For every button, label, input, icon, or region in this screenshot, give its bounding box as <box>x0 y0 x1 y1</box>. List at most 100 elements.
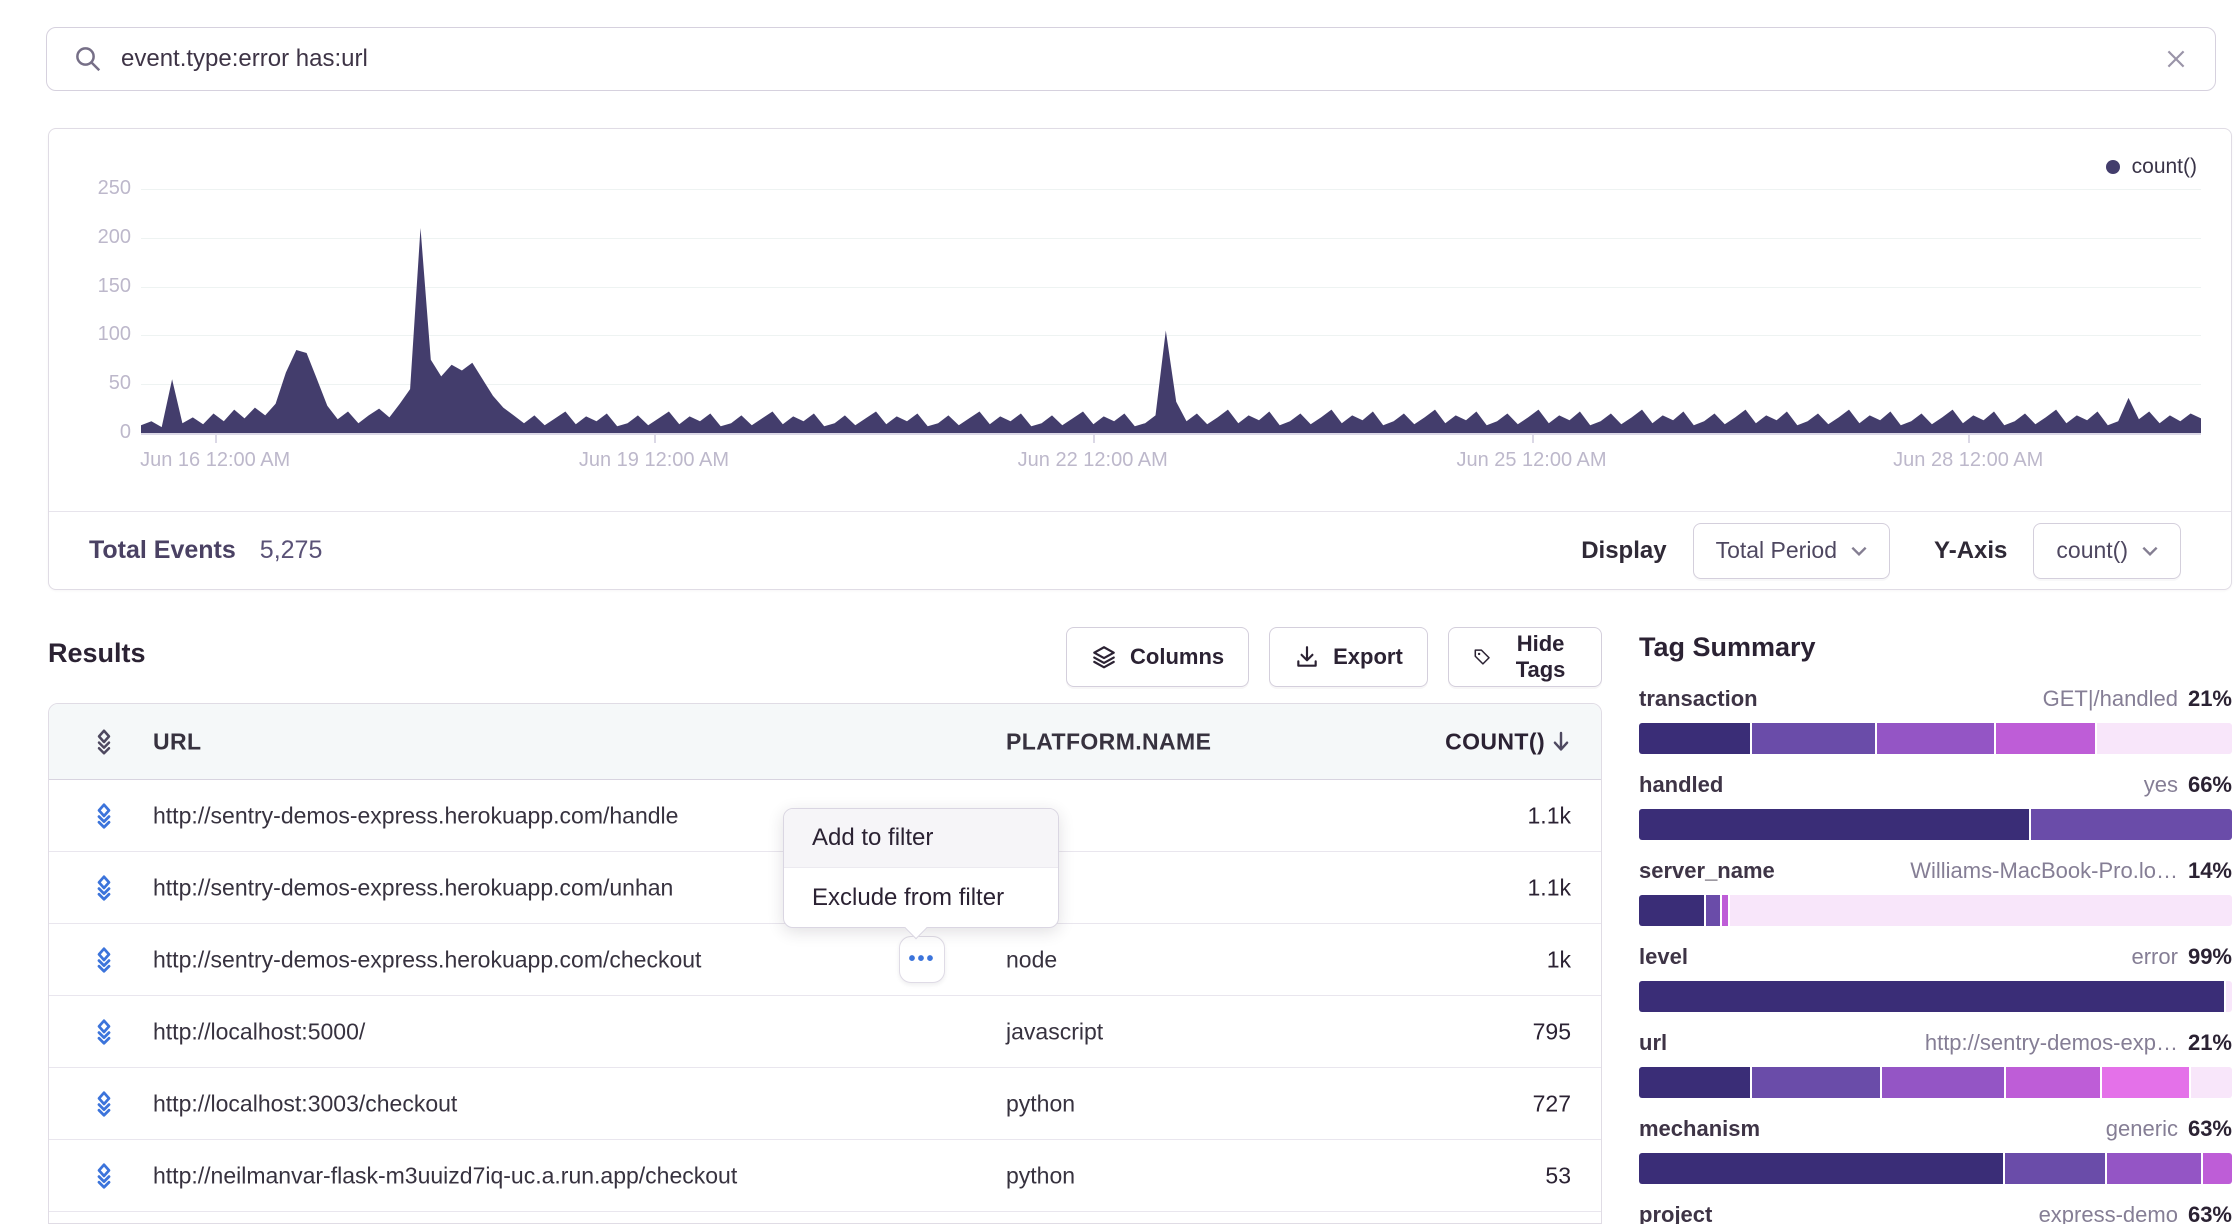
tag-summary-item-transaction: transaction GET|/handled21% <box>1639 686 2232 754</box>
tag-bar-segment[interactable] <box>2102 1067 2189 1098</box>
tag-distribution-bar[interactable] <box>1639 1067 2232 1098</box>
tag-value-text: http://sentry-demos-exp… <box>1925 1030 2178 1055</box>
tag-distribution-bar[interactable] <box>1639 1153 2232 1184</box>
tag-bar-segment[interactable] <box>1639 895 1704 926</box>
menu-item-exclude-from-filter[interactable]: Exclude from filter <box>784 868 1058 927</box>
x-axis-tick-mark <box>215 434 217 443</box>
count-cell[interactable]: 727 <box>1533 1090 1571 1117</box>
layers-icon <box>89 1089 119 1119</box>
total-events: Total Events 5,275 <box>89 536 322 565</box>
x-axis-tick-mark <box>1532 434 1534 443</box>
tag-bar-segment[interactable] <box>1706 895 1721 926</box>
platform-cell[interactable]: javascript <box>1006 1018 1103 1045</box>
url-cell[interactable]: http://sentry-demos-express.herokuapp.co… <box>153 874 673 901</box>
event-count-series <box>141 228 2201 433</box>
count-cell[interactable]: 795 <box>1533 1018 1571 1045</box>
tag-bar-segment[interactable] <box>1639 1153 2003 1184</box>
tag-bar-segment[interactable] <box>1639 1067 1750 1098</box>
tag-name: project <box>1639 1202 1712 1224</box>
columns-button-label: Columns <box>1130 644 1224 670</box>
search-icon <box>73 44 103 74</box>
platform-cell[interactable]: python <box>1006 1090 1075 1117</box>
x-axis-tick-mark <box>1968 434 1970 443</box>
tag-bar-segment[interactable] <box>2006 1067 2099 1098</box>
total-events-label: Total Events <box>89 536 236 565</box>
tag-bar-segment[interactable] <box>1639 981 2224 1012</box>
url-cell[interactable]: http://localhost:3003/checkout <box>153 1090 457 1117</box>
count-cell[interactable]: 1.1k <box>1528 802 1571 829</box>
count-cell[interactable]: 1k <box>1547 946 1571 973</box>
tag-name: handled <box>1639 772 1723 798</box>
tag-name: server_name <box>1639 858 1775 884</box>
menu-item-add-to-filter[interactable]: Add to filter <box>784 809 1058 868</box>
search-input[interactable] <box>121 45 2145 73</box>
y-axis-tick-label: 200 <box>61 226 131 249</box>
tag-bar-segment[interactable] <box>1722 895 1728 926</box>
tag-bar-segment[interactable] <box>2107 1153 2201 1184</box>
url-cell[interactable]: http://neilmanvar-flask-m3uuizd7iq-uc.a.… <box>153 1162 737 1189</box>
tag-distribution-bar[interactable] <box>1639 809 2232 840</box>
tag-bar-segment[interactable] <box>1996 723 2095 754</box>
display-dropdown[interactable]: Total Period <box>1693 523 1890 579</box>
chart-footer: Total Events 5,275 Display Total Period … <box>49 511 2231 589</box>
platform-cell[interactable]: python <box>1006 1162 1075 1189</box>
yaxis-dropdown-value: count() <box>2056 537 2128 564</box>
clear-search-icon[interactable] <box>2163 46 2189 72</box>
tag-summary-item-level: level error99% <box>1639 944 2232 1012</box>
x-axis-tick-label: Jun 16 12:00 AM <box>140 449 290 472</box>
tag-bar-segment[interactable] <box>1639 723 1750 754</box>
count-cell[interactable]: 1.1k <box>1528 874 1571 901</box>
export-button-label: Export <box>1333 644 1403 670</box>
tag-bar-segment[interactable] <box>2191 1067 2232 1098</box>
yaxis-dropdown[interactable]: count() <box>2033 523 2181 579</box>
export-button[interactable]: Export <box>1269 627 1428 687</box>
tag-bar-segment[interactable] <box>1639 809 2029 840</box>
tag-name: mechanism <box>1639 1116 1760 1142</box>
tag-bar-segment[interactable] <box>1752 1067 1880 1098</box>
url-cell[interactable]: http://sentry-demos-express.herokuapp.co… <box>153 946 701 973</box>
tag-top-value: generic63% <box>2106 1116 2232 1142</box>
tag-bar-segment[interactable] <box>1752 723 1875 754</box>
hide-tags-button[interactable]: Hide Tags <box>1448 627 1602 687</box>
column-header-count[interactable]: COUNT() <box>1445 728 1571 755</box>
chevron-down-icon <box>1851 546 1867 556</box>
tag-bar-segment[interactable] <box>1877 723 1994 754</box>
tag-icon <box>1473 644 1491 670</box>
tag-summary-item-url: url http://sentry-demos-exp…21% <box>1639 1030 2232 1098</box>
tag-bar-segment[interactable] <box>2203 1153 2232 1184</box>
platform-cell[interactable]: node <box>1006 946 1057 973</box>
table-header: URL PLATFORM.NAME COUNT() <box>49 704 1601 780</box>
row-actions-button[interactable]: ••• <box>899 936 945 983</box>
count-cell[interactable]: 53 <box>1545 1162 1571 1189</box>
tag-distribution-bar[interactable] <box>1639 981 2232 1012</box>
tag-value-text: Williams-MacBook-Pro.lo… <box>1910 858 2178 883</box>
column-header-platform[interactable]: PLATFORM.NAME <box>1006 728 1211 755</box>
tag-bar-segment[interactable] <box>1730 895 2232 926</box>
tag-value-pct: 63% <box>2188 1202 2232 1224</box>
table-row: http://localhost:5000/ javascript 795 <box>49 996 1601 1068</box>
y-axis-tick-label: 50 <box>61 372 131 395</box>
layers-icon <box>89 873 119 903</box>
tag-summary-heading: Tag Summary <box>1639 632 2232 663</box>
tag-distribution-bar[interactable] <box>1639 723 2232 754</box>
tag-value-text: GET|/handled <box>2043 686 2178 711</box>
x-axis-tick-label: Jun 22 12:00 AM <box>1018 449 1168 472</box>
url-cell[interactable]: http://sentry-demos-express.herokuapp.co… <box>153 802 678 829</box>
tag-bar-segment[interactable] <box>2097 723 2232 754</box>
display-label: Display <box>1581 537 1666 565</box>
legend-label: count() <box>2132 155 2197 179</box>
tag-bar-segment[interactable] <box>2005 1153 2105 1184</box>
tag-value-pct: 66% <box>2188 772 2232 797</box>
column-header-url[interactable]: URL <box>153 728 201 755</box>
y-axis-tick-label: 100 <box>61 323 131 346</box>
x-axis-tick-label: Jun 25 12:00 AM <box>1456 449 1606 472</box>
display-dropdown-value: Total Period <box>1716 537 1837 564</box>
tag-bar-segment[interactable] <box>2031 809 2232 840</box>
chart-legend[interactable]: count() <box>2106 155 2197 179</box>
tag-bar-segment[interactable] <box>1882 1067 2004 1098</box>
url-cell[interactable]: http://localhost:5000/ <box>153 1018 365 1045</box>
tag-value-text: error <box>2132 944 2178 969</box>
tag-bar-segment[interactable] <box>2226 981 2232 1012</box>
tag-distribution-bar[interactable] <box>1639 895 2232 926</box>
columns-button[interactable]: Columns <box>1066 627 1249 687</box>
